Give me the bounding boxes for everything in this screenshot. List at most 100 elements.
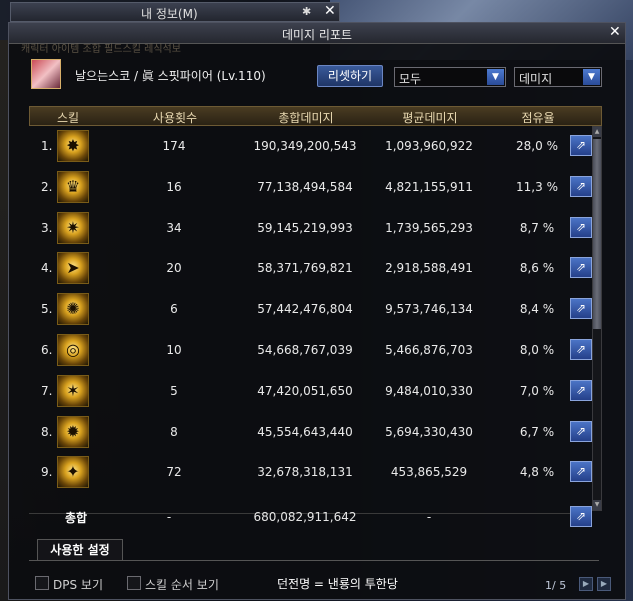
row-avg-damage: 453,865,529 [390,465,468,480]
row-avg-damage: 5,466,876,703 [385,343,473,357]
row-rank: 9. [41,465,53,480]
dps-checkbox[interactable] [35,576,49,590]
share-icon[interactable]: ⇗ [570,379,592,401]
skill-glyph: ✺ [66,299,80,319]
vortex-ring-icon: ◎ [57,334,89,366]
table-header: 스킬 사용횟수 총합데미지 평균데미지 점유율 [29,106,602,126]
header-avg: 평균데미지 [402,111,458,125]
row-share: 8,4 % [519,302,555,317]
skill-glyph: ✷ [66,217,80,237]
header-uses: 사용횟수 [152,111,198,125]
share-icon[interactable]: ⇗ [570,461,592,483]
table-row: 1. ✸ 174 190,349,200,543 1,093,960,922 28,0 %… [29,126,599,166]
skill-glyph: ➤ [66,258,80,278]
row-total-damage: 47,420,051,650 [257,383,353,398]
row-uses: 72 [166,465,182,480]
share-icon[interactable]: ⇗ [570,216,592,238]
row-uses: 6 [170,302,178,317]
ground-blast-icon: ✹ [57,415,89,448]
row-share: 8,0 % [519,343,555,357]
row-uses: 5 [170,383,178,398]
row-share: 11,3 % [516,179,558,194]
grenade-burst-icon: ✸ [57,130,89,162]
skill-glyph: ✶ [66,380,80,400]
pin-icon[interactable]: ✱ [302,5,311,18]
share-icon[interactable]: ⇗ [570,175,592,197]
row-rank: 8. [41,424,53,439]
skill-order-checkbox[interactable] [127,576,141,590]
share-icon[interactable]: ⇗ [570,420,592,442]
row-avg-damage: 2,918,588,491 [385,261,473,276]
total-damage: 680,082,911,642 [253,510,357,524]
light-burst-icon: ✷ [57,211,89,244]
row-total-damage: 59,145,219,993 [257,220,353,235]
info-window-titlebar[interactable]: 내 정보(M) ✱ ✕ [10,2,340,22]
character-name: 날으는스코 / 眞 스핏파이어 (Lv.110) [75,69,266,83]
chevron-down-icon[interactable]: ▼ [583,69,600,85]
total-row: 총합 - 680,082,911,642 - ⇗ [29,503,599,533]
header-skill: 스킬 [56,111,80,125]
footer-bar: DPS 보기 스킬 순서 보기 던전명 = 낸룡의 투한당 1/ 5 ▶ ▶ [9,571,627,601]
metric-select[interactable]: 데미지 ▼ [514,67,602,87]
skill-glyph: ◎ [66,340,80,359]
row-avg-damage: 5,694,330,430 [385,424,473,439]
row-total-damage: 54,668,767,039 [257,343,353,357]
filter-select-value: 모두 [399,72,422,86]
share-icon[interactable]: ⇗ [570,135,592,156]
dungeon-name: 던전명 = 낸룡의 투한당 [277,577,398,591]
skill-glyph: ✸ [66,136,80,155]
divider [29,560,599,561]
row-avg-damage: 1,739,565,293 [385,220,473,235]
report-close-icon[interactable]: ✕ [609,24,621,40]
row-share: 6,7 % [519,424,555,439]
bomb-toss-icon: ✦ [57,456,89,489]
share-total-icon[interactable]: ⇗ [570,506,592,527]
row-uses: 20 [166,261,182,276]
row-uses: 16 [166,179,182,194]
table-row: 7. ✶ 5 47,420,051,650 9,484,010,330 7,0 % ⇗ [29,371,599,411]
table-row: 6. ◎ 10 54,668,767,039 5,466,876,703 8,0 % ⇗ [29,330,599,370]
skill-glyph: ♛ [65,176,81,196]
row-share: 7,0 % [519,383,555,398]
row-share: 28,0 % [516,139,558,153]
scroll-thumb[interactable] [593,139,601,329]
chevron-down-icon[interactable]: ▼ [487,69,504,85]
table-row: 4. ➤ 20 58,371,769,821 2,918,588,491 8,6 % ⇗ [29,248,599,288]
row-total-damage: 190,349,200,543 [253,139,357,153]
table-row: 9. ✦ 72 32,678,318,131 453,865,529 4,8 % ⇗ [29,452,599,492]
row-uses: 174 [162,139,186,153]
reset-button[interactable]: 리셋하기 [317,65,383,87]
damage-report-window: 데미지 리포트 ✕ 캐릭터 아이템 조합 필드스킬 레식석보 날으는스코 / 眞… [8,22,626,600]
share-icon[interactable]: ⇗ [570,257,592,279]
filter-select[interactable]: 모두 ▼ [394,67,506,87]
tab-used-settings[interactable]: 사용한 설정 [37,539,123,561]
row-uses: 34 [166,220,182,235]
row-rank: 2. [41,179,53,194]
row-rank: 5. [41,302,53,317]
page-indicator: 1/ 5 [545,579,567,592]
info-window-title: 내 정보(M) [141,7,198,21]
share-icon[interactable]: ⇗ [570,339,592,360]
table-row: 2. ♛ 16 77,138,494,584 4,821,155,911 11,3 % ⇗ [29,167,599,207]
row-share: 4,8 % [519,465,555,480]
bullet-blast-icon: ➤ [57,252,89,285]
skill-glyph: ✹ [66,421,80,441]
multi-shot-icon: ✶ [57,374,89,407]
row-total-damage: 58,371,769,821 [257,261,353,276]
row-rank: 7. [41,383,53,398]
row-rank: 4. [41,261,53,276]
row-total-damage: 57,442,476,804 [257,302,353,317]
total-uses: - [166,510,172,524]
share-icon[interactable]: ⇗ [570,298,592,320]
row-total-damage: 45,554,643,440 [257,424,353,439]
scroll-up-icon[interactable]: ▲ [593,127,601,137]
scrollbar[interactable]: ▲ ▼ [592,126,602,511]
row-uses: 10 [166,343,182,357]
row-avg-damage: 9,484,010,330 [385,383,473,398]
table-row: 8. ✹ 8 45,554,643,440 5,694,330,430 6,7 % ⇗ [29,412,599,452]
next-page-icon[interactable]: ▶ [579,577,593,591]
row-total-damage: 77,138,494,584 [257,179,353,194]
metric-select-value: 데미지 [519,72,553,86]
last-page-icon[interactable]: ▶ [597,577,611,591]
close-icon[interactable]: ✕ [324,3,336,19]
